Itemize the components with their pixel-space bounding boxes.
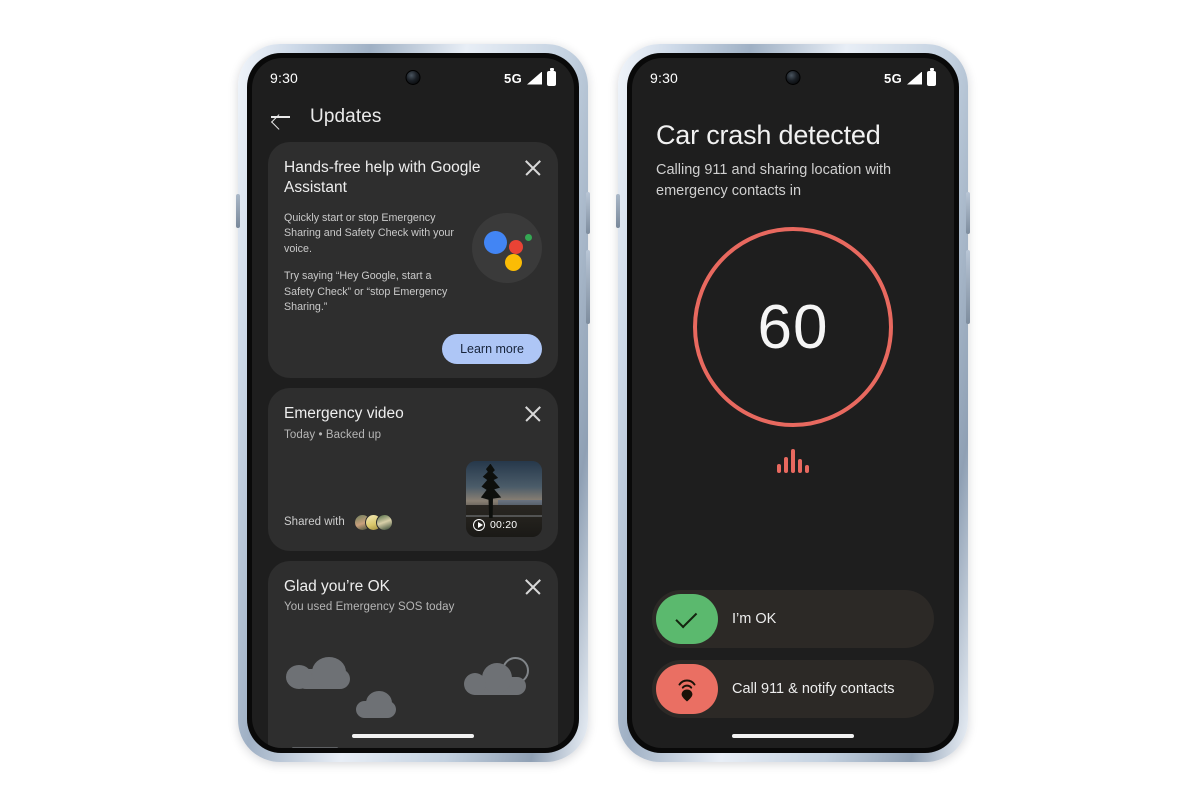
video-duration: 00:20 <box>490 518 518 531</box>
card-assistant[interactable]: Hands-free help with Google Assistant Qu… <box>268 142 558 378</box>
location-pin-signal-icon <box>656 664 718 714</box>
waveform-bar <box>805 465 809 474</box>
updates-card-list: Hands-free help with Google Assistant Qu… <box>252 142 574 748</box>
waveform-bar <box>791 449 795 474</box>
card-emergency-video[interactable]: Emergency video Today • Backed up Shared… <box>268 387 558 551</box>
clouds-sun-camping-illustration <box>268 635 558 748</box>
waveform-bar <box>777 464 781 474</box>
im-ok-button[interactable]: I’m OK <box>652 590 934 648</box>
card-glad-youre-ok[interactable]: Glad you’re OK You used Emergency SOS to… <box>268 560 558 748</box>
close-icon[interactable] <box>524 159 542 177</box>
avatar <box>375 513 393 531</box>
phone-right-power-button[interactable] <box>966 192 970 234</box>
card-title: Glad you’re OK <box>284 577 390 595</box>
phone-left-volume-rocker[interactable] <box>586 250 590 324</box>
card-actions: Learn more <box>284 333 542 364</box>
video-thumbnail[interactable]: 00:20 <box>466 460 542 537</box>
network-type-label: 5G <box>884 70 902 86</box>
phone-left-screen: 9:30 5G Updates Hands-free help with Goo… <box>252 58 574 748</box>
card-header: Hands-free help with Google Assistant <box>284 158 542 198</box>
countdown-container: 60 <box>656 227 930 428</box>
card-header: Emergency video Today • Backed up <box>284 404 542 441</box>
assistant-dot-green <box>525 233 532 241</box>
phone-right-screen: 9:30 5G Car crash detected Calling 911 a… <box>632 58 954 748</box>
assistant-paragraph-2: Try saying “Hey Google, start a Safety C… <box>284 270 448 314</box>
card-title: Hands-free help with Google Assistant <box>284 159 481 196</box>
pin-glyph <box>678 679 696 702</box>
shared-with-row: Shared with <box>284 513 393 537</box>
alert-subtitle: Calling 911 and sharing location with em… <box>656 162 892 199</box>
alert-title: Car crash detected <box>656 120 881 150</box>
im-ok-label: I’m OK <box>732 610 777 627</box>
phone-left-volume-button[interactable] <box>236 194 240 228</box>
card-title: Emergency video <box>284 404 404 422</box>
signal-bars-icon <box>907 71 922 85</box>
status-time: 9:30 <box>650 70 679 86</box>
waveform-bar <box>784 457 788 474</box>
google-assistant-icon <box>472 212 542 283</box>
phone-right-bezel: 9:30 5G Car crash detected Calling 911 a… <box>627 53 959 753</box>
countdown-ring: 60 <box>693 227 893 428</box>
back-arrow-icon[interactable] <box>270 106 292 128</box>
assistant-paragraph-1: Quickly start or stop Emergency Sharing … <box>284 211 454 255</box>
call-911-button[interactable]: Call 911 & notify contacts <box>652 660 934 718</box>
check-glyph <box>675 605 698 628</box>
front-camera-punch-hole <box>405 70 421 85</box>
phone-right-volume-button[interactable] <box>616 194 620 228</box>
status-bar-right: 9:30 5G <box>632 58 954 98</box>
signal-bars-icon <box>527 71 542 85</box>
car-crash-alert-screen: Car crash detected Calling 911 and shari… <box>632 120 954 748</box>
status-indicators: 5G <box>884 68 936 86</box>
card-subtitle: You used Emergency SOS today <box>284 601 455 614</box>
close-icon[interactable] <box>524 405 542 423</box>
status-indicators: 5G <box>504 68 556 86</box>
countdown-value: 60 <box>757 292 829 362</box>
status-time: 9:30 <box>270 70 299 86</box>
home-gesture-bar[interactable] <box>352 734 474 738</box>
close-icon[interactable] <box>524 578 542 596</box>
assistant-dot-yellow <box>505 253 522 271</box>
screenshot-stage: 9:30 5G Updates Hands-free help with Goo… <box>0 0 1200 808</box>
phone-left-bezel: 9:30 5G Updates Hands-free help with Goo… <box>247 53 579 753</box>
assistant-dot-red <box>509 239 523 254</box>
card-subtitle: Today • Backed up <box>284 428 382 441</box>
shared-with-label: Shared with <box>284 516 345 529</box>
home-gesture-bar[interactable] <box>732 734 854 738</box>
thumbnail-guardrail <box>466 514 542 517</box>
assistant-dot-blue <box>484 230 507 254</box>
phone-right-volume-rocker[interactable] <box>966 250 970 324</box>
phone-device-left: 9:30 5G Updates Hands-free help with Goo… <box>236 44 590 762</box>
page-title: Updates <box>310 106 382 127</box>
network-type-label: 5G <box>504 70 522 86</box>
video-meta: 00:20 <box>473 518 518 531</box>
assistant-copy: Quickly start or stop Emergency Sharing … <box>284 211 462 316</box>
avatar-group[interactable] <box>353 513 393 531</box>
learn-more-button[interactable]: Learn more <box>442 333 542 364</box>
app-bar: Updates <box>252 98 574 142</box>
audio-waveform-icon <box>656 449 930 474</box>
phone-left-power-button[interactable] <box>586 192 590 234</box>
call-911-label: Call 911 & notify contacts <box>732 680 895 697</box>
tent-outline-icon <box>292 747 338 748</box>
play-circle-icon <box>473 518 485 531</box>
card-header: Glad you’re OK You used Emergency SOS to… <box>284 577 542 614</box>
waveform-bar <box>798 459 802 474</box>
card-body: Quickly start or stop Emergency Sharing … <box>284 211 542 316</box>
status-bar-left: 9:30 5G <box>252 58 574 98</box>
battery-icon <box>927 68 936 86</box>
video-card-body: Shared with 00:20 <box>284 460 542 537</box>
front-camera-punch-hole <box>785 70 801 85</box>
battery-icon <box>547 68 556 86</box>
alert-actions: I’m OK Call 911 & notify contacts <box>652 590 934 718</box>
check-icon <box>656 594 718 644</box>
phone-device-right: 9:30 5G Car crash detected Calling 911 a… <box>616 44 970 762</box>
